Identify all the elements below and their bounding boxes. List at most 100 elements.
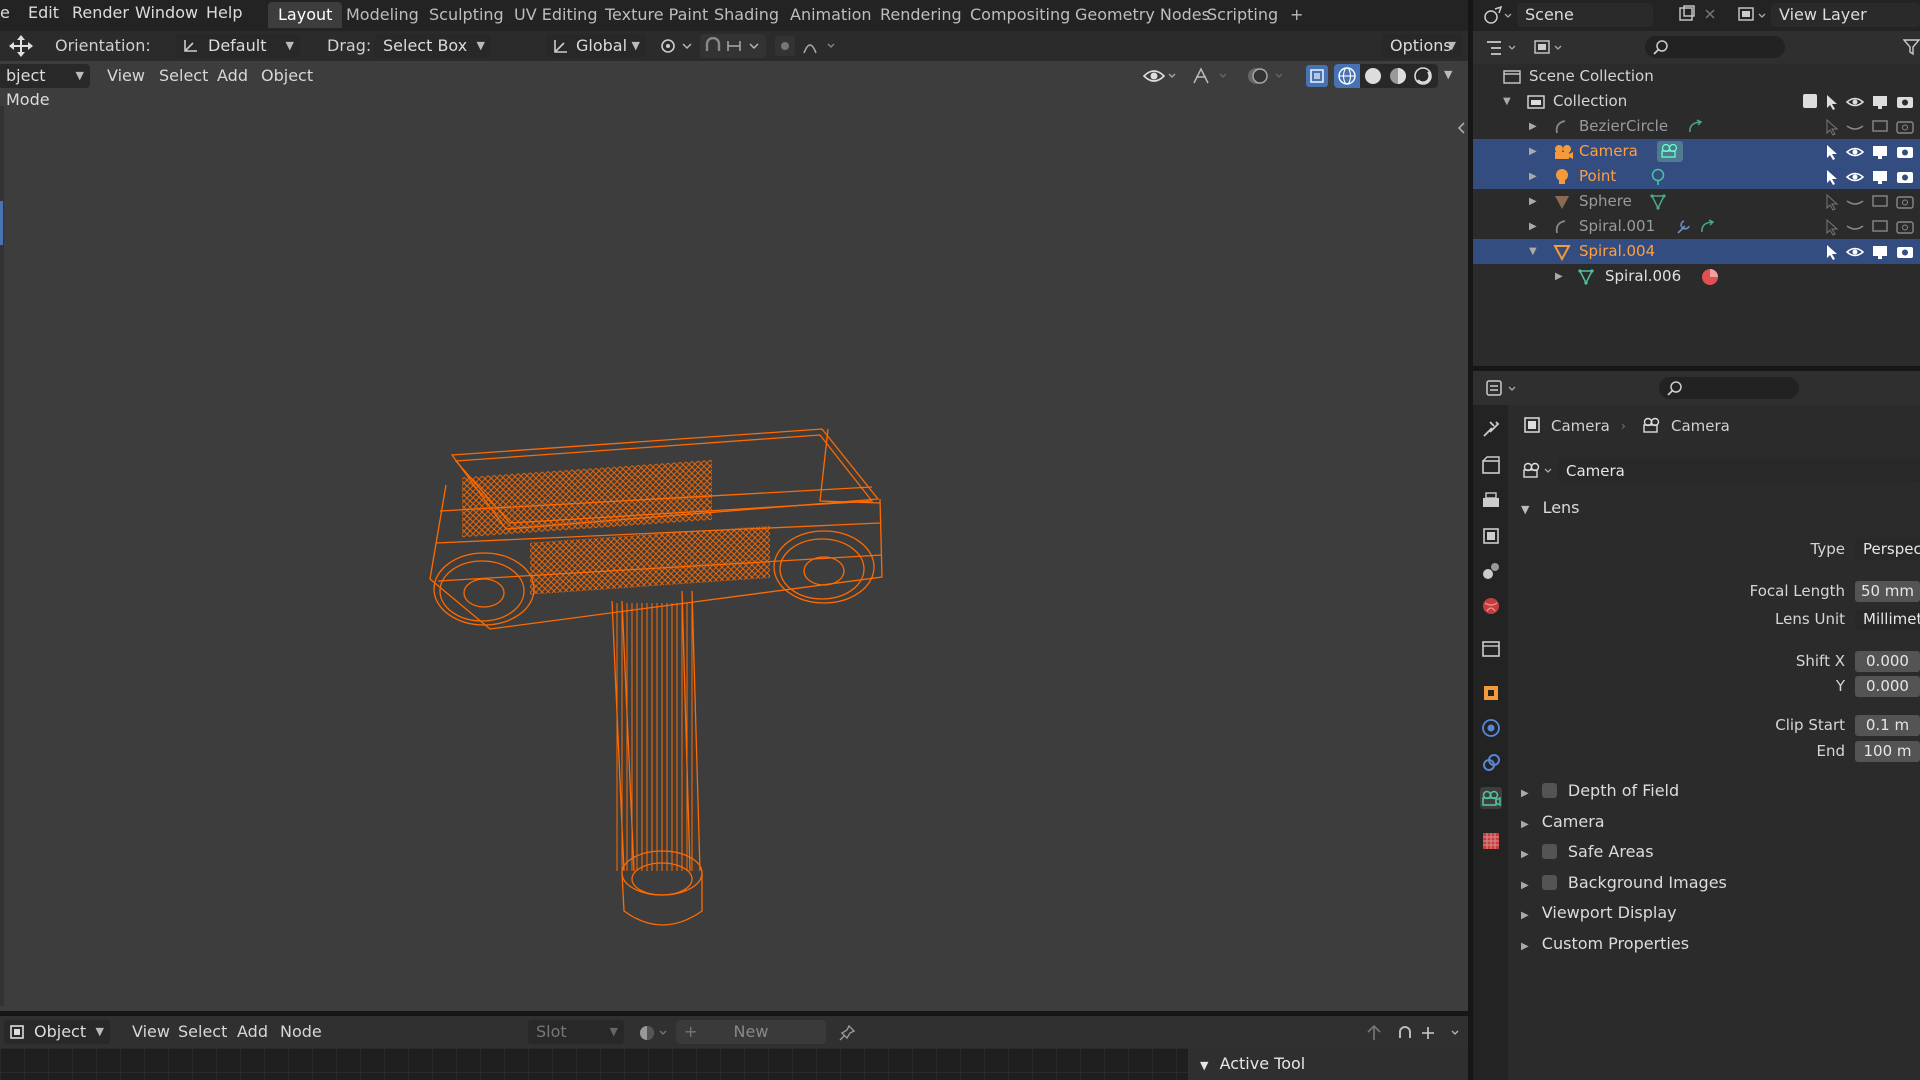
safe-areas-checkbox[interactable]	[1541, 844, 1557, 859]
slot-dropdown[interactable]: Slot ▼	[528, 1020, 624, 1044]
safe-areas-panel[interactable]: ▶ Safe Areas	[1521, 840, 1654, 864]
area-divider-horizontal[interactable]	[0, 1011, 1468, 1016]
rendered-shading-icon[interactable]	[1414, 67, 1432, 85]
view-layer-icon[interactable]	[1737, 5, 1767, 25]
background-images-panel[interactable]: ▶ Background Images	[1521, 871, 1727, 895]
world-tab-icon[interactable]	[1480, 595, 1502, 617]
shading-options-chevron-icon[interactable]: ▼	[1444, 68, 1452, 81]
camera-data-tab-icon[interactable]	[1480, 787, 1502, 809]
view-layer-dropdown[interactable]: View Layer	[1771, 3, 1920, 27]
constraints-tab-icon[interactable]	[1480, 752, 1502, 774]
pin-icon[interactable]	[838, 1024, 856, 1042]
tab-uv-editing[interactable]: UV Editing	[504, 2, 607, 28]
node-menu-select[interactable]: Select	[172, 1020, 233, 1044]
tab-animation[interactable]: Animation	[780, 2, 882, 28]
display-mode-icon[interactable]	[1533, 38, 1567, 58]
expand-chevron-icon[interactable]: ▶	[1529, 164, 1537, 189]
viewport-display-panel[interactable]: ▶ Viewport Display	[1521, 901, 1677, 925]
scene-tab-icon[interactable]	[1480, 560, 1502, 582]
add-workspace-button[interactable]: +	[1280, 2, 1313, 28]
new-material-button[interactable]: + New	[676, 1020, 826, 1044]
proportional-editing-icon[interactable]	[774, 35, 842, 57]
shift-x-field[interactable]: 0.000	[1855, 651, 1920, 672]
texture-tab-icon[interactable]	[1480, 830, 1502, 852]
outliner-search-input[interactable]	[1645, 36, 1785, 58]
menu-file[interactable]: e	[0, 0, 10, 31]
tab-modeling[interactable]: Modeling	[336, 2, 429, 28]
outliner-item-spiral-004[interactable]: ▼ Spiral.004	[1473, 239, 1920, 264]
scene-icon[interactable]	[1483, 5, 1513, 25]
solid-shading-icon[interactable]	[1364, 67, 1382, 85]
node-menu-node[interactable]: Node	[274, 1020, 328, 1044]
collection-row[interactable]: ▼ Collection	[1473, 89, 1920, 114]
expand-chevron-icon[interactable]: ▶	[1529, 189, 1537, 214]
restriction-toggles-icon[interactable]	[1823, 168, 1920, 186]
clip-start-field[interactable]: 0.1 m	[1855, 715, 1920, 736]
move-tool-icon[interactable]	[6, 34, 36, 58]
camera-panel[interactable]: ▶ Camera	[1521, 810, 1605, 834]
wireframe-shading-button[interactable]	[1334, 64, 1360, 88]
mode-dropdown[interactable]: bject Mode ▼	[0, 64, 90, 109]
editor-type-icon[interactable]	[1485, 379, 1521, 399]
menu-edit[interactable]: Edit	[28, 0, 59, 31]
drag-dropdown[interactable]: Select Box ▼	[375, 34, 491, 58]
wireframe-object-icon[interactable]	[410, 391, 910, 951]
node-menu-add[interactable]: Add	[231, 1020, 274, 1044]
scene-dropdown[interactable]: Scene	[1517, 3, 1653, 27]
expand-chevron-icon[interactable]: ▶	[1555, 264, 1563, 289]
options-dropdown[interactable]: Options ▼	[1382, 34, 1462, 58]
menu-object[interactable]: Object	[255, 64, 319, 88]
tab-scripting[interactable]: Scripting	[1197, 2, 1288, 28]
orientation-dropdown[interactable]: Default ▼	[176, 34, 300, 58]
restriction-toggles-icon[interactable]	[1823, 118, 1920, 136]
expand-chevron-icon[interactable]: ▼	[1529, 239, 1537, 264]
output-tab-icon[interactable]	[1480, 490, 1502, 512]
lens-panel-header[interactable]: ▼ Lens	[1521, 496, 1580, 520]
menu-window[interactable]: Window	[135, 0, 198, 31]
tab-texture-paint[interactable]: Texture Paint	[595, 2, 718, 28]
menu-add[interactable]: Add	[211, 64, 254, 88]
outliner-item-beziercircle[interactable]: ▶ BezierCircle	[1473, 114, 1920, 139]
expand-chevron-icon[interactable]: ▼	[1503, 89, 1511, 114]
depth-of-field-checkbox[interactable]	[1541, 783, 1557, 798]
expand-chevron-icon[interactable]: ▶	[1529, 214, 1537, 239]
menu-select[interactable]: Select	[153, 64, 214, 88]
outliner-item-spiral-001[interactable]: ▶ Spiral.001	[1473, 214, 1920, 239]
collection-include-checkbox[interactable]	[1803, 94, 1817, 108]
custom-properties-panel[interactable]: ▶ Custom Properties	[1521, 932, 1689, 956]
menu-help[interactable]: Help	[206, 0, 242, 31]
xray-toggle-icon[interactable]	[1306, 65, 1328, 87]
tab-sculpting[interactable]: Sculpting	[419, 2, 514, 28]
overlays-icon[interactable]	[1246, 65, 1290, 87]
editor-type-icon[interactable]	[1485, 38, 1521, 58]
camera-browse-icon[interactable]	[1521, 461, 1557, 481]
clip-end-field[interactable]: 100 m	[1855, 741, 1920, 762]
restriction-toggles-icon[interactable]	[1823, 93, 1920, 111]
gizmo-icon[interactable]	[1190, 65, 1230, 87]
depth-of-field-panel[interactable]: ▶ Depth of Field	[1521, 779, 1679, 803]
material-browse-icon[interactable]	[638, 1024, 672, 1042]
sidebar-toggle-chevron-icon[interactable]	[1456, 121, 1466, 135]
object-tab-icon[interactable]	[1480, 682, 1502, 704]
view-layer-tab-icon[interactable]	[1480, 525, 1502, 547]
render-tab-icon[interactable]	[1480, 455, 1502, 477]
expand-chevron-icon[interactable]: ▶	[1529, 139, 1537, 164]
collection-tab-icon[interactable]	[1480, 638, 1502, 660]
expand-chevron-icon[interactable]: ▶	[1529, 114, 1537, 139]
tab-rendering[interactable]: Rendering	[870, 2, 972, 28]
menu-view[interactable]: View	[101, 64, 151, 88]
type-dropdown[interactable]: Perspective	[1855, 539, 1920, 560]
tab-shading[interactable]: Shading	[704, 2, 789, 28]
lens-unit-dropdown[interactable]: Millimeters	[1855, 609, 1920, 630]
scene-collection-row[interactable]: Scene Collection	[1473, 64, 1920, 89]
restriction-toggles-icon[interactable]	[1823, 143, 1920, 161]
outliner-item-camera[interactable]: ▶ Camera	[1473, 139, 1920, 164]
shift-y-field[interactable]: 0.000	[1855, 676, 1920, 697]
menu-render[interactable]: Render	[72, 0, 129, 31]
outliner-item-spiral-006[interactable]: ▶ Spiral.006	[1473, 264, 1920, 289]
restriction-toggles-icon[interactable]	[1823, 193, 1920, 211]
camera-data-icon[interactable]	[1657, 141, 1683, 162]
visibility-eye-icon[interactable]	[1142, 65, 1178, 87]
filter-icon[interactable]	[1903, 38, 1920, 56]
focal-length-field[interactable]: 50 mm	[1855, 581, 1920, 602]
